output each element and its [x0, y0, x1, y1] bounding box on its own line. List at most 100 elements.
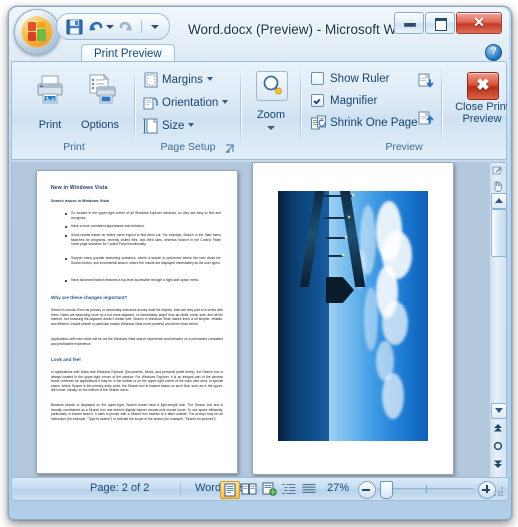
orientation-label: Orientation: [162, 97, 219, 109]
next-page-button[interactable]: [416, 71, 436, 91]
previous-page-nav-button[interactable]: [491, 421, 505, 435]
vertical-scrollbar[interactable]: [490, 162, 507, 479]
close-print-preview-label-line2: Preview: [462, 113, 502, 125]
ribbon-group-page-setup: Margins Orientation Size Page Setup: [140, 64, 236, 155]
orientation-icon: [143, 95, 159, 111]
magnifier-icon: [256, 71, 288, 101]
print-options-label: Options: [81, 119, 119, 131]
page-setup-dialog-launcher[interactable]: [224, 142, 236, 154]
group-separator-3: [300, 67, 302, 147]
margins-icon: [143, 72, 159, 88]
group-label-page-setup: Page Setup: [160, 141, 216, 153]
margins-dropdown-icon[interactable]: [206, 77, 213, 81]
undo-icon[interactable]: [88, 17, 104, 36]
next-page-icon: [418, 73, 434, 89]
magnifier-checkbox[interactable]: Magnifier: [310, 91, 377, 111]
save-icon[interactable]: [65, 17, 84, 36]
help-icon[interactable]: ?: [485, 44, 502, 61]
orientation-dropdown-icon[interactable]: [222, 100, 229, 104]
print-button-label: Print: [38, 119, 62, 131]
select-browse-object-button[interactable]: [491, 439, 505, 453]
document-canvas[interactable]: New in Windows Vista Search issues in Wi…: [11, 162, 507, 477]
minimize-button[interactable]: [394, 12, 424, 34]
print-button[interactable]: Print: [24, 67, 76, 135]
doc-bullet-4: Support many popular searching scenarios…: [65, 256, 221, 265]
document-page-2[interactable]: [252, 162, 454, 475]
undo-dropdown-icon[interactable]: [106, 25, 114, 29]
size-label: Size: [162, 120, 185, 132]
group-label-print: Print: [63, 141, 85, 153]
zoom-dropdown-icon[interactable]: [267, 126, 275, 130]
next-page-nav-button[interactable]: [491, 457, 505, 471]
previous-page-icon: [418, 110, 434, 126]
shrink-one-page-label: Shrink One Page: [330, 117, 418, 129]
size-button[interactable]: Size: [142, 116, 195, 136]
group-label-preview: Preview: [385, 141, 423, 153]
office-logo-icon: [28, 22, 47, 42]
redo-icon[interactable]: [117, 17, 134, 36]
show-ruler-label: Show Ruler: [330, 73, 390, 85]
checkbox-icon-magnifier: [311, 94, 324, 107]
hand-cursor-icon[interactable]: [492, 179, 504, 192]
document-page-1[interactable]: New in Windows Vista Search issues in Wi…: [36, 170, 238, 474]
ribbon-group-print: Print Options Print: [18, 64, 130, 155]
group-separator-1: [134, 67, 136, 147]
view-outline[interactable]: [280, 481, 298, 497]
doc-paragraph-3: In applications with clicks and Windows …: [51, 370, 223, 393]
word-print-preview-window: Word.docx (Preview) - Microsoft W... ✕ P…: [0, 0, 518, 527]
scroll-down-button[interactable]: [491, 403, 507, 419]
print-options-button[interactable]: Options: [74, 67, 126, 135]
orientation-button[interactable]: Orientation: [142, 93, 229, 113]
margins-label: Margins: [162, 74, 203, 86]
page-2-image: [278, 191, 428, 441]
doc-bullet-3: Show results based on where users expect…: [65, 233, 221, 247]
doc-bullet-1: Go located in the upper-right corner of …: [65, 211, 221, 220]
margins-button[interactable]: Margins: [142, 70, 213, 90]
view-full-screen-reading[interactable]: [240, 481, 258, 497]
magnifier-label: Magnifier: [330, 95, 378, 107]
shrink-one-page-button[interactable]: Shrink One Page: [310, 113, 418, 133]
doc-subheading-search-issues: Search issues in Windows Vista: [51, 199, 109, 203]
show-ruler-checkbox[interactable]: Show Ruler: [310, 69, 389, 89]
restore-button[interactable]: [425, 12, 455, 34]
close-icon: ✕: [473, 14, 485, 30]
zoom-percentage[interactable]: 27%: [327, 482, 349, 494]
window-controls: ✕: [393, 12, 502, 34]
page-indicator[interactable]: Page: 2 of 2: [90, 482, 149, 494]
close-print-preview-button[interactable]: ✖ Close Print Preview: [451, 67, 507, 135]
doc-bullet-2: Have a more consistent appearance and be…: [65, 224, 221, 229]
status-bar: Page: 2 of 2 Words: 382: [11, 477, 509, 501]
close-x-icon: ✖: [467, 72, 499, 100]
size-icon: [143, 118, 159, 134]
doc-heading-why-important: Why are these changes important?: [51, 295, 128, 300]
close-button[interactable]: ✕: [456, 12, 502, 34]
ribbon-group-zoom: Zoom: [246, 64, 296, 155]
ribbon-tab-strip: Print Preview ?: [11, 42, 507, 64]
resize-grip-icon[interactable]: [494, 487, 504, 497]
ribbon-group-preview: Show Ruler Magnifier Shrink One Page ✖ C…: [306, 64, 507, 155]
scrollbar-thumb[interactable]: [491, 209, 507, 257]
view-print-layout[interactable]: [220, 481, 240, 499]
ribbon-content: Print Options Print Margins Orientation …: [11, 61, 507, 160]
preview-inner-separator: [441, 67, 443, 147]
previous-page-button[interactable]: [416, 108, 436, 128]
doc-bullet-5: Have advanced search features a top-leve…: [65, 278, 221, 283]
doc-paragraph-1: Search is crucial. Even as primary or se…: [51, 308, 223, 326]
size-dropdown-icon[interactable]: [188, 123, 195, 127]
pier-hut: [326, 277, 354, 303]
quick-access-toolbar: [56, 13, 170, 40]
shrink-one-page-icon: [311, 115, 327, 131]
view-web-layout[interactable]: [260, 481, 278, 497]
scroll-up-button[interactable]: [491, 193, 507, 209]
photo-water: [278, 191, 329, 441]
zoom-button[interactable]: Zoom: [246, 67, 296, 135]
split-handle-icon[interactable]: [492, 165, 504, 177]
zoom-slider-handle[interactable]: [380, 481, 393, 499]
zoom-button-label: Zoom: [256, 109, 286, 121]
doc-heading-new-in-vista: New in Windows Vista: [51, 185, 108, 191]
customize-qat-dropdown-icon[interactable]: [151, 25, 159, 29]
doc-paragraph-2: Applications with new clicks will be out…: [51, 337, 223, 346]
page-1-content: New in Windows Vista Search issues in Wi…: [37, 171, 237, 473]
view-draft[interactable]: [300, 481, 318, 497]
zoom-out-button[interactable]: [358, 481, 376, 499]
